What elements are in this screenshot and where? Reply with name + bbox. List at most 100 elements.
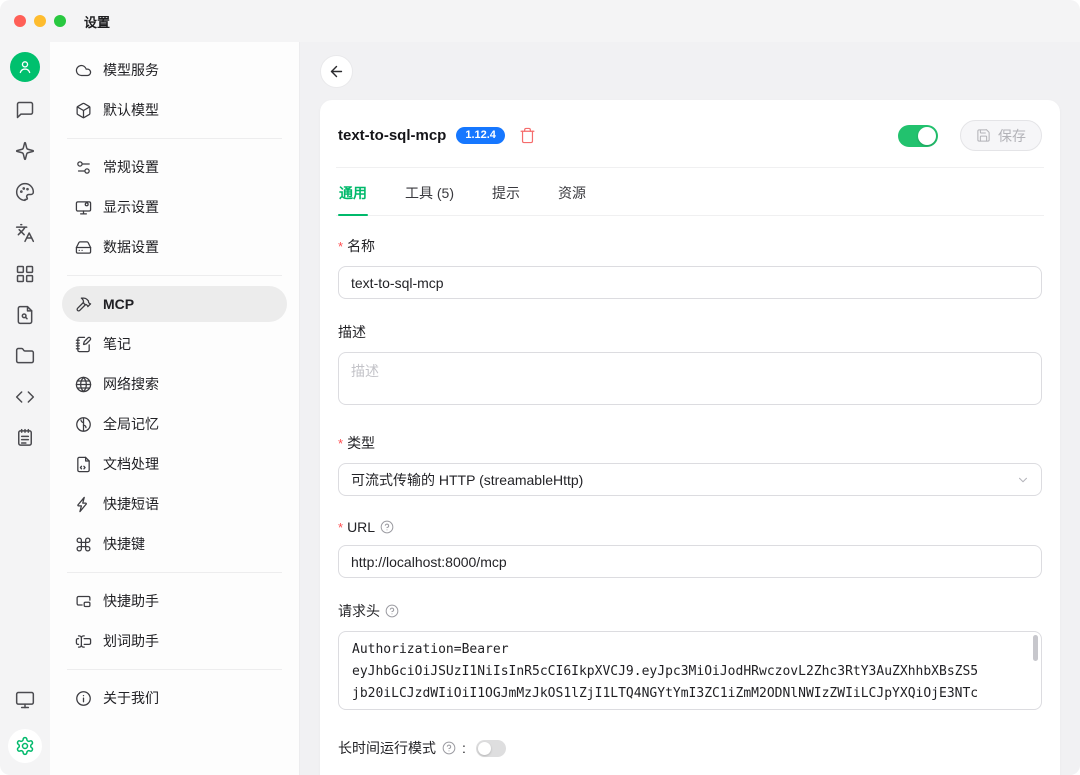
sidebar-item-document-processing[interactable]: 文档处理 — [62, 446, 287, 482]
url-help-icon[interactable] — [380, 520, 394, 534]
server-tabs: 通用 工具 (5) 提示 资源 — [336, 168, 1044, 216]
rail-translate-button[interactable] — [13, 221, 37, 245]
notepad-icon — [15, 428, 35, 448]
headers-input[interactable]: Authorization=Bearer eyJhbGciOiJSUzI1NiI… — [338, 631, 1042, 710]
sidebar-item-mcp[interactable]: MCP — [62, 286, 287, 322]
sidebar-divider — [67, 572, 282, 573]
trash-icon — [519, 127, 536, 144]
mini-window-icon — [75, 593, 92, 610]
sidebar-item-label: 默认模型 — [103, 100, 159, 120]
globe-icon — [75, 376, 92, 393]
name-field-label: * 名称 — [338, 236, 1042, 256]
sidebar-item-display-settings[interactable]: 显示设置 — [62, 189, 287, 225]
sidebar-divider — [67, 138, 282, 139]
sidebar-item-shortcuts[interactable]: 快捷键 — [62, 526, 287, 562]
server-title: text-to-sql-mcp — [338, 127, 446, 144]
package-icon — [75, 102, 92, 119]
back-button[interactable] — [320, 55, 353, 88]
sidebar-item-label: 划词助手 — [103, 631, 159, 651]
folder-icon — [15, 346, 35, 366]
traffic-lights — [14, 15, 66, 27]
delete-server-button[interactable] — [519, 127, 536, 144]
file-search-icon — [15, 305, 35, 325]
tab-general[interactable]: 通用 — [338, 168, 368, 215]
tab-tools[interactable]: 工具 (5) — [404, 168, 455, 215]
sidebar-divider — [67, 275, 282, 276]
rail-notes-button[interactable] — [13, 426, 37, 450]
sparkle-icon — [15, 141, 35, 161]
type-select-value: 可流式传输的 HTTP (streamableHttp) — [351, 470, 583, 490]
sidebar-item-data-settings[interactable]: 数据设置 — [62, 229, 287, 265]
close-window-button[interactable] — [14, 15, 26, 27]
sidebar-item-selection-assistant[interactable]: 划词助手 — [62, 623, 287, 659]
headers-field-label: 请求头 — [338, 601, 1042, 621]
server-enabled-toggle[interactable] — [898, 125, 938, 147]
description-input[interactable] — [338, 352, 1042, 405]
tab-prompts[interactable]: 提示 — [491, 168, 521, 215]
rail-knowledge-button[interactable] — [13, 303, 37, 327]
sidebar-item-general-settings[interactable]: 常规设置 — [62, 149, 287, 185]
rail-settings-button[interactable] — [8, 729, 42, 763]
sidebar-item-label: 常规设置 — [103, 157, 159, 177]
palette-icon — [15, 182, 35, 202]
rail-files-button[interactable] — [13, 344, 37, 368]
sidebar-item-label: MCP — [103, 296, 134, 312]
sidebar-divider — [67, 669, 282, 670]
window-title: 设置 — [84, 12, 110, 31]
minimize-window-button[interactable] — [34, 15, 46, 27]
info-icon — [75, 690, 92, 707]
headers-scrollbar[interactable] — [1033, 635, 1038, 661]
rail-apps-button[interactable] — [13, 262, 37, 286]
required-marker: * — [338, 520, 343, 535]
sidebar-item-about-us[interactable]: 关于我们 — [62, 680, 287, 716]
brain-icon — [75, 416, 92, 433]
hard-drive-icon — [75, 239, 92, 256]
sidebar-item-label: 文档处理 — [103, 454, 159, 474]
headers-help-icon[interactable] — [385, 604, 399, 618]
sidebar-item-label: 显示设置 — [103, 197, 159, 217]
sidebar-item-label: 快捷短语 — [103, 494, 159, 514]
long-running-help-icon[interactable] — [442, 741, 456, 755]
tab-resources[interactable]: 资源 — [557, 168, 587, 215]
type-field-label: * 类型 — [338, 433, 1042, 453]
sidebar-item-notes[interactable]: 笔记 — [62, 326, 287, 362]
sidebar-item-quick-phrases[interactable]: 快捷短语 — [62, 486, 287, 522]
rail-agents-button[interactable] — [13, 139, 37, 163]
hammer-icon — [75, 296, 92, 313]
sidebar-item-global-memory[interactable]: 全局记忆 — [62, 406, 287, 442]
user-avatar[interactable] — [10, 52, 40, 82]
command-icon — [75, 536, 92, 553]
rail-display-button[interactable] — [13, 688, 37, 712]
sidebar-item-default-models[interactable]: 默认模型 — [62, 92, 287, 128]
sidebar-item-label: 网络搜索 — [103, 374, 159, 394]
description-field-label: 描述 — [338, 322, 1042, 342]
display-icon — [15, 690, 35, 710]
settings-sidebar: 模型服务 默认模型 常规设置 显示设置 数据设置 MCP — [50, 42, 300, 775]
sidebar-item-web-search[interactable]: 网络搜索 — [62, 366, 287, 402]
sidebar-item-quick-assistant[interactable]: 快捷助手 — [62, 583, 287, 619]
apps-grid-icon — [15, 264, 35, 284]
save-button[interactable]: 保存 — [960, 120, 1042, 151]
name-input[interactable] — [338, 266, 1042, 299]
sidebar-item-label: 数据设置 — [103, 237, 159, 257]
mcp-server-card: text-to-sql-mcp 1.12.4 保存 通用 — [320, 100, 1060, 775]
long-running-toggle[interactable] — [476, 740, 506, 757]
main-content: text-to-sql-mcp 1.12.4 保存 通用 — [300, 42, 1080, 775]
rail-paintings-button[interactable] — [13, 180, 37, 204]
long-running-colon: : — [462, 740, 466, 756]
url-input[interactable] — [338, 545, 1042, 578]
required-marker: * — [338, 239, 343, 254]
rail-chat-button[interactable] — [13, 98, 37, 122]
maximize-window-button[interactable] — [54, 15, 66, 27]
sidebar-item-model-services[interactable]: 模型服务 — [62, 52, 287, 88]
save-button-label: 保存 — [998, 126, 1026, 146]
code-icon — [15, 387, 35, 407]
translate-icon — [15, 223, 35, 243]
type-select[interactable]: 可流式传输的 HTTP (streamableHttp) — [338, 463, 1042, 496]
general-form: * 名称 描述 * 类型 — [336, 216, 1044, 775]
rail-code-button[interactable] — [13, 385, 37, 409]
required-marker: * — [338, 436, 343, 451]
titlebar: 设置 — [0, 0, 1080, 42]
arrow-left-icon — [328, 63, 345, 80]
user-icon — [16, 58, 34, 76]
